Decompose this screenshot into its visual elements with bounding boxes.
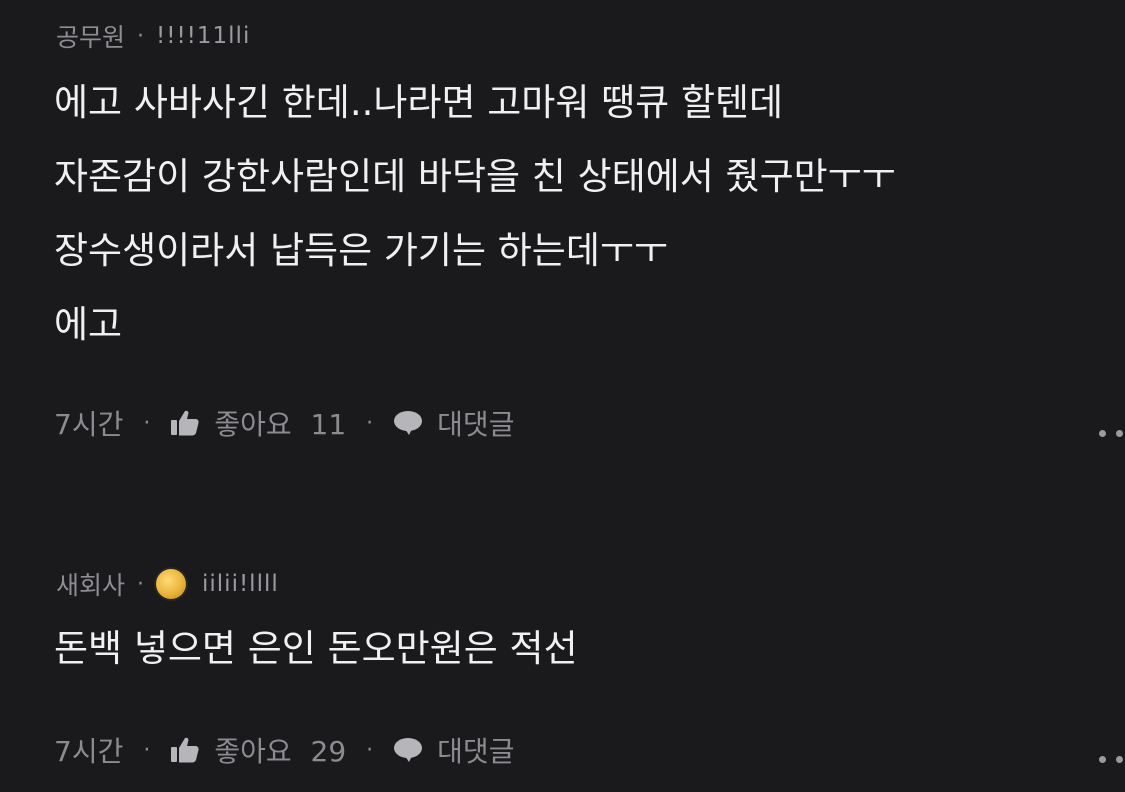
speech-bubble-icon[interactable] bbox=[393, 737, 423, 763]
thumbs-up-icon[interactable] bbox=[170, 736, 200, 764]
comment-line: 에고 bbox=[54, 303, 123, 346]
dot bbox=[1116, 430, 1123, 437]
dot bbox=[1099, 756, 1106, 763]
like-button[interactable]: 좋아요 29 bbox=[214, 730, 346, 770]
like-label: 좋아요 bbox=[214, 408, 292, 441]
user-badge: iilii!llll bbox=[202, 571, 279, 597]
like-button[interactable]: 좋아요 11 bbox=[214, 403, 346, 443]
speech-bubble-icon[interactable] bbox=[393, 410, 423, 436]
more-dots-icon[interactable] bbox=[1099, 430, 1123, 437]
separator-dot: · bbox=[143, 410, 151, 436]
comment-line: 에고 사바사긴 한데..나라면 고마워 땡큐 할텐데 bbox=[54, 81, 784, 124]
comment-time: 7시간 bbox=[54, 408, 124, 441]
comment-time: 7시간 bbox=[54, 735, 124, 768]
separator-dot: · bbox=[366, 410, 374, 436]
comment-actions: 7시간 · 좋아요 11 · 대댓글 bbox=[54, 403, 514, 443]
comment-line: 돈백 넣으면 은인 돈오만원은 적선 bbox=[54, 627, 578, 670]
author-name[interactable]: 공무원 bbox=[56, 18, 125, 54]
reply-button[interactable]: 대댓글 bbox=[437, 730, 514, 770]
separator-dot: · bbox=[366, 737, 374, 763]
comment-actions: 7시간 · 좋아요 29 · 대댓글 bbox=[54, 730, 514, 770]
like-count: 11 bbox=[310, 408, 347, 441]
comment-header: 새회사 · iilii!llll bbox=[56, 566, 279, 602]
comment-item: 새회사 · iilii!llll 돈백 넣으면 은인 돈오만원은 적선 7시간 … bbox=[0, 550, 1125, 792]
comment-header: 공무원 · !!!!11lli bbox=[56, 18, 250, 54]
like-label: 좋아요 bbox=[214, 735, 292, 768]
dot bbox=[1099, 430, 1106, 437]
author-name[interactable]: 새회사 bbox=[56, 566, 125, 602]
separator-dot: · bbox=[137, 23, 145, 49]
separator-dot: · bbox=[137, 571, 145, 597]
comment-item: 공무원 · !!!!11lli 에고 사바사긴 한데..나라면 고마워 땡큐 할… bbox=[0, 0, 1125, 470]
more-dots-icon[interactable] bbox=[1099, 756, 1123, 763]
medal-icon bbox=[156, 569, 187, 599]
comment-line: 자존감이 강한사람인데 바닥을 친 상태에서 줬구만ㅜㅜ bbox=[54, 155, 896, 198]
comment-body: 돈백 넣으면 은인 돈오만원은 적선 bbox=[54, 630, 578, 704]
reply-button[interactable]: 대댓글 bbox=[437, 403, 514, 443]
separator-dot: · bbox=[143, 737, 151, 763]
thumbs-up-icon[interactable] bbox=[170, 409, 200, 437]
user-badge: !!!!11lli bbox=[156, 23, 251, 49]
comment-body: 에고 사바사긴 한데..나라면 고마워 땡큐 할텐데 자존감이 강한사람인데 바… bbox=[54, 84, 896, 380]
comment-line: 장수생이라서 납득은 가기는 하는데ㅜㅜ bbox=[54, 229, 668, 272]
dot bbox=[1116, 756, 1123, 763]
like-count: 29 bbox=[310, 735, 347, 768]
